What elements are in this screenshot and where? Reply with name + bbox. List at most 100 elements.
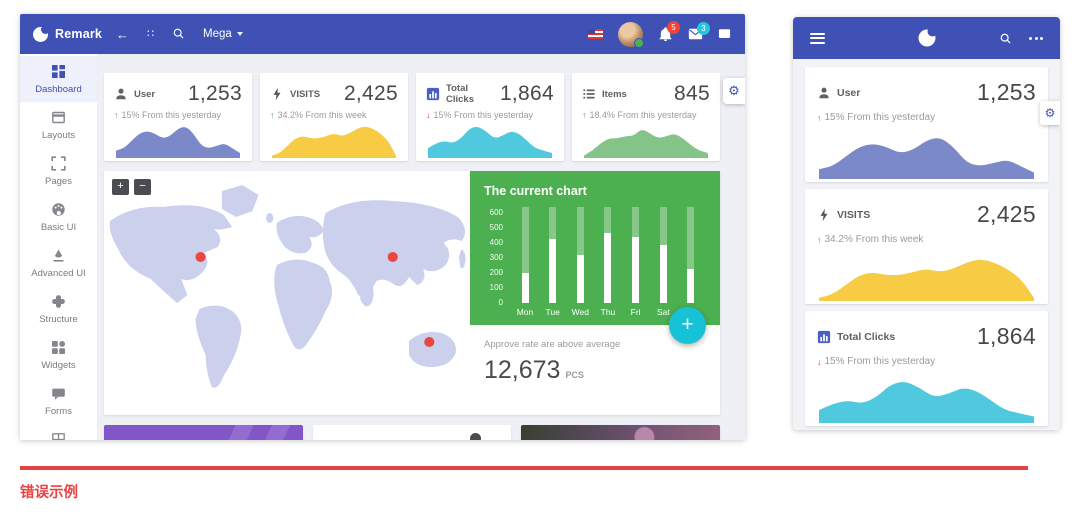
avatar[interactable]	[618, 22, 643, 47]
stat-title: User	[134, 89, 155, 100]
stat-card-header: Total Clicks1,864	[817, 323, 1036, 350]
stat-title: User	[837, 87, 860, 99]
remark-logo-icon	[33, 27, 48, 42]
stat-cards-row: User1,253↑15% From this yesterdayVISITS2…	[104, 73, 720, 161]
bar-label: Thu	[601, 307, 616, 317]
y-tick-label: 0	[499, 299, 503, 307]
settings-flap-button[interactable]: ⚙	[1040, 101, 1060, 125]
bar-label: Mon	[517, 307, 534, 317]
stat-card-header: User1,253	[817, 79, 1036, 106]
trend-up-icon: ↑	[582, 110, 587, 120]
map-marker[interactable]	[424, 337, 434, 347]
bar-label: Fri	[631, 307, 641, 317]
y-tick-label: 300	[490, 254, 503, 262]
bar-track	[632, 207, 639, 303]
dashboard-icon	[51, 64, 66, 79]
back-arrow-icon[interactable]: ←	[116, 28, 129, 41]
map-zoom-in-button[interactable]: +	[112, 179, 129, 195]
sidebar-item-label: Layouts	[42, 130, 75, 141]
mobile-cards: User1,253↑15% From this yesterday⚙ VISITS…	[793, 59, 1060, 430]
sidebar-item-label: Structure	[39, 314, 78, 325]
y-tick-label: 100	[490, 284, 503, 292]
chat-panel-button[interactable]	[718, 28, 731, 40]
sidebar-item-structure[interactable]: Structure	[20, 286, 97, 332]
stat-change: ↓15% From this yesterday	[426, 110, 554, 120]
add-fab-button[interactable]: +	[669, 307, 706, 344]
sidebar-item-basic-ui[interactable]: Basic UI	[20, 194, 97, 240]
chart-column: The current chart 6005004003002001000 Mo…	[470, 171, 720, 415]
map-zoom-out-button[interactable]: −	[134, 179, 151, 195]
bar-track	[577, 207, 584, 303]
stat-card-total-clicks: Total Clicks1,864↓15% From this yesterda…	[805, 311, 1048, 426]
navbar-left-actions: ← ∷ Mega	[116, 27, 243, 42]
sidebar-item-label: Forms	[45, 406, 72, 417]
bar-track	[660, 207, 667, 303]
bar-fri: Fri	[625, 207, 647, 317]
mobile-navbar-right	[999, 32, 1043, 45]
sidebar-item-tables[interactable]	[20, 424, 97, 440]
plus-icon: +	[681, 314, 693, 335]
fullscreen-icon[interactable]: ∷	[147, 29, 154, 40]
visits-icon	[270, 87, 284, 101]
stat-card-header: VISITS2,425	[817, 201, 1036, 228]
map-marker[interactable]	[388, 252, 398, 262]
navbar-right-actions: 5 3	[588, 22, 745, 47]
dashboard-screenshot: Remark ← ∷ Mega 5	[20, 14, 745, 440]
search-icon[interactable]	[999, 32, 1012, 45]
world-map[interactable]: + −	[104, 171, 470, 415]
sidebar-item-layouts[interactable]: Layouts	[20, 102, 97, 148]
trend-up-icon: ↑	[114, 110, 119, 120]
bar-track	[549, 207, 556, 303]
map-marker[interactable]	[196, 252, 206, 262]
approve-rate-value: 12,673 PCS	[484, 356, 706, 385]
bar-label: Tue	[545, 307, 559, 317]
bar-label: Wed	[572, 307, 589, 317]
partial-card-white	[313, 425, 512, 440]
settings-flap-button[interactable]: ⚙	[723, 78, 745, 104]
sparkline-chart	[819, 373, 1034, 423]
visits-icon	[817, 208, 831, 222]
stat-value: 1,864	[500, 82, 554, 106]
trend-up-icon: ↑	[817, 235, 822, 245]
current-chart-card: The current chart 6005004003002001000 Mo…	[470, 171, 720, 325]
partial-card-photo	[521, 425, 720, 440]
stat-change-text: 15% From this yesterday	[122, 110, 222, 120]
stat-title: Items	[602, 89, 627, 100]
bar-fill	[577, 255, 584, 303]
brand[interactable]: Remark	[20, 27, 104, 42]
sidebar-item-dashboard[interactable]: Dashboard	[20, 56, 97, 102]
widgets-icon	[51, 340, 66, 355]
table-icon	[51, 432, 66, 440]
gear-icon: ⚙	[728, 83, 740, 99]
stat-value: 1,864	[977, 323, 1036, 350]
search-icon[interactable]	[172, 27, 185, 42]
sparkline-chart	[428, 120, 552, 158]
chat-square-icon	[718, 28, 731, 40]
language-flag-icon[interactable]	[588, 29, 603, 39]
sidebar-item-pages[interactable]: Pages	[20, 148, 97, 194]
sidebar-item-label: Basic UI	[41, 222, 76, 233]
notification-badge: 5	[667, 21, 680, 34]
notifications-button[interactable]: 5	[658, 27, 673, 42]
bar-fill	[522, 273, 529, 303]
stat-change-text: 15% From this yesterday	[434, 110, 534, 120]
bar-mon: Mon	[514, 207, 536, 317]
trend-up-icon: ↑	[270, 110, 275, 120]
hamburger-menu-icon[interactable]	[810, 33, 825, 44]
messages-button[interactable]: 3	[688, 28, 703, 40]
bar-fill	[604, 233, 611, 304]
sidebar-item-label: Pages	[45, 176, 72, 187]
more-options-icon[interactable]	[1029, 37, 1043, 40]
stat-card-header: Total Clicks1,864	[426, 82, 554, 106]
approve-rate-label: Approve rate are above average	[484, 339, 706, 350]
main-content: ⚙ User1,253↑15% From this yesterdayVISIT…	[98, 54, 745, 440]
annotation-divider	[20, 466, 1028, 470]
bar-track	[522, 207, 529, 303]
message-badge: 3	[697, 22, 710, 35]
sidebar-item-advanced-ui[interactable]: Advanced UI	[20, 240, 97, 286]
sparkline-chart	[819, 129, 1034, 179]
mega-menu[interactable]: Mega	[203, 28, 243, 40]
sidebar-item-forms[interactable]: Forms	[20, 378, 97, 424]
stat-card-user: User1,253↑15% From this yesterday⚙	[805, 67, 1048, 182]
sidebar-item-widgets[interactable]: Widgets	[20, 332, 97, 378]
